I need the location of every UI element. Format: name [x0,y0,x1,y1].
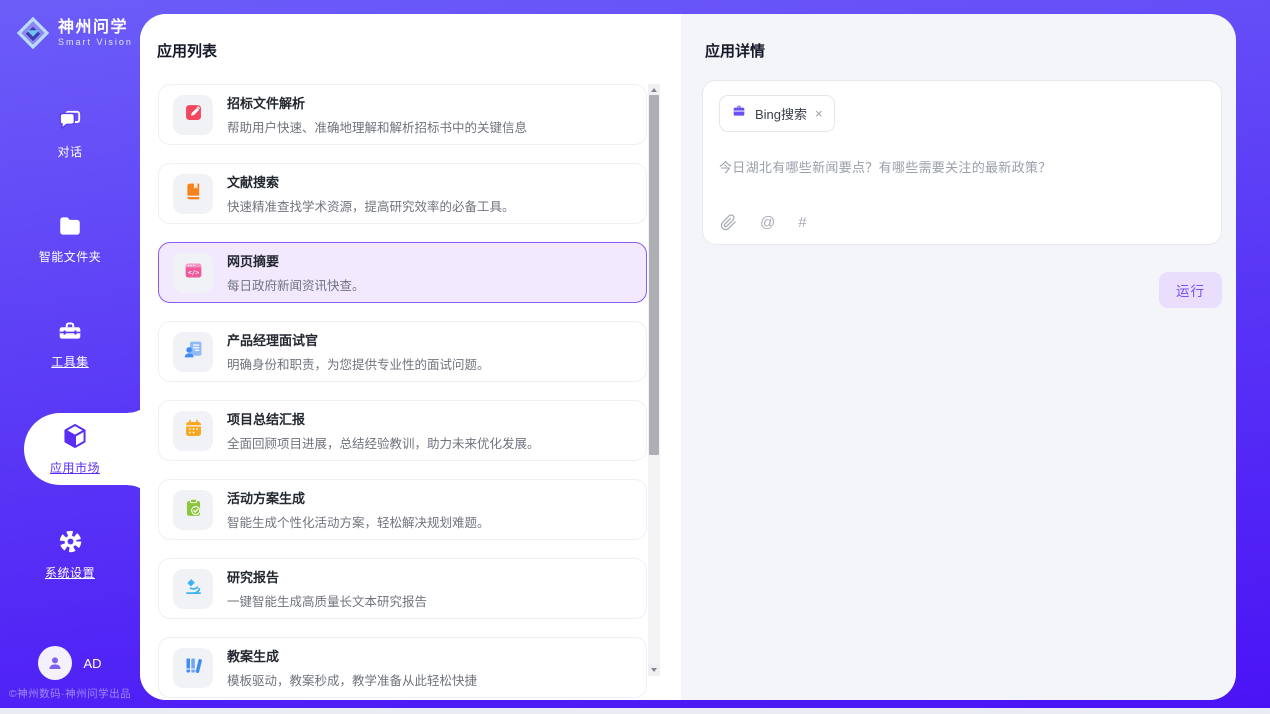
app-frame: 神州问学 Smart Vision 对话智能文件夹工具集应用市场系统设置 AD … [0,0,1270,708]
book-icon [183,181,204,207]
svg-text:</>: </> [187,269,198,276]
app-icon-tile [173,490,213,530]
clipboard-check-icon [183,497,204,523]
app-card-3[interactable]: 产品经理面试官明确身份和职责，为您提供专业性的面试问题。 [158,321,647,382]
app-card-description: 模板驱动，教案秒成，教学准备从此轻松快捷 [227,670,477,689]
folder-icon [57,213,83,239]
scrollbar-thumb[interactable] [649,95,659,455]
app-card-name: 网页摘要 [227,251,365,270]
document-edit-icon [183,102,204,128]
toolbox-icon [57,318,83,344]
app-card-0[interactable]: 招标文件解析帮助用户快速、准确地理解和解析招标书中的关键信息 [158,84,647,145]
chat-icon [57,108,83,134]
sidebar-item-label: 系统设置 [45,564,95,581]
prompt-card[interactable]: Bing搜索 × 今日湖北有哪些新闻要点？有哪些需要关注的最新政策？ @# [702,80,1222,245]
calendar-icon [183,418,204,444]
sidebar-item-label: 应用市场 [50,459,100,476]
sidebar: 神州问学 Smart Vision 对话智能文件夹工具集应用市场系统设置 AD … [0,0,140,708]
app-detail-panel: 应用详情 Bing搜索 × 今日湖北有哪些新闻要点？有哪些需要关注的最新政策？ … [681,14,1236,700]
sidebar-item-4[interactable]: 系统设置 [0,518,140,590]
brand-logo: 神州问学 Smart Vision [15,15,133,51]
sidebar-item-label: 工具集 [51,353,89,370]
app-icon-tile [173,95,213,135]
app-card-name: 招标文件解析 [227,93,527,112]
sidebar-item-label: 智能文件夹 [39,248,102,265]
app-card-name: 活动方案生成 [227,488,490,507]
app-icon-tile [173,648,213,688]
briefcase-icon [731,103,747,124]
app-card-name: 教案生成 [227,646,477,665]
app-list-panel: 应用列表 招标文件解析帮助用户快速、准确地理解和解析招标书中的关键信息文献搜索快… [140,14,681,700]
app-card-texts: 招标文件解析帮助用户快速、准确地理解和解析招标书中的关键信息 [227,93,527,136]
app-icon-tile [173,569,213,609]
avatar[interactable] [38,646,72,680]
books-icon [183,655,204,681]
app-list-title: 应用列表 [157,40,217,61]
browser-code-icon: </> [183,260,204,286]
tool-chip-bing-search[interactable]: Bing搜索 × [719,95,835,132]
diamond-logo-icon [15,15,51,51]
app-card-description: 快速精准查找学术资源，提高研究效率的必备工具。 [227,196,515,215]
app-card-description: 明确身份和职责，为您提供专业性的面试问题。 [227,354,490,373]
app-card-description: 帮助用户快速、准确地理解和解析招标书中的关键信息 [227,117,527,136]
sidebar-footer: ©神州数码·神州问学出品 [0,686,140,701]
microscope-icon [183,576,204,602]
app-card-2[interactable]: </> 网页摘要每日政府新闻资讯快查。 [158,242,647,303]
app-card-description: 一键智能生成高质量长文本研究报告 [227,591,427,610]
resume-icon [183,339,204,365]
scrollbar[interactable] [648,84,660,676]
app-icon-tile [173,174,213,214]
scroll-down-button[interactable] [648,664,660,676]
at-icon[interactable]: @ [760,214,775,231]
gear-icon [57,528,84,555]
app-card-texts: 产品经理面试官明确身份和职责，为您提供专业性的面试问题。 [227,330,490,373]
app-card-texts: 文献搜索快速精准查找学术资源，提高研究效率的必备工具。 [227,172,515,215]
user-row: AD [0,646,140,680]
paperclip-icon[interactable] [720,214,737,231]
app-card-description: 智能生成个性化活动方案，轻松解决规划难题。 [227,512,490,531]
brand-name: 神州问学 [58,19,133,37]
arrow-down-icon [651,668,657,672]
app-card-name: 文献搜索 [227,172,515,191]
app-icon-tile [173,411,213,451]
sidebar-item-1[interactable]: 智能文件夹 [0,203,140,275]
sidebar-item-3[interactable]: 应用市场 [24,413,140,485]
hash-icon[interactable]: # [798,214,806,231]
app-card-texts: 教案生成模板驱动，教案秒成，教学准备从此轻松快捷 [227,646,477,689]
sidebar-nav: 对话智能文件夹工具集应用市场系统设置 [0,98,140,623]
sidebar-item-label: 对话 [57,143,82,160]
composer-toolbar: @# [720,214,807,231]
app-icon-tile: </> [173,253,213,293]
query-text: 今日湖北有哪些新闻要点？有哪些需要关注的最新政策？ [719,157,1205,176]
tool-chip-label: Bing搜索 [755,104,807,123]
app-card-1[interactable]: 文献搜索快速精准查找学术资源，提高研究效率的必备工具。 [158,163,647,224]
app-card-name: 研究报告 [227,567,427,586]
sidebar-item-0[interactable]: 对话 [0,98,140,170]
app-detail-title: 应用详情 [705,40,765,61]
app-card-4[interactable]: 项目总结汇报全面回顾项目进展，总结经验教训，助力未来优化发展。 [158,400,647,461]
brand-tagline: Smart Vision [58,37,133,47]
app-cards: 招标文件解析帮助用户快速、准确地理解和解析招标书中的关键信息文献搜索快速精准查找… [158,84,647,700]
app-card-texts: 活动方案生成智能生成个性化活动方案，轻松解决规划难题。 [227,488,490,531]
app-card-name: 项目总结汇报 [227,409,540,428]
user-label: AD [83,656,101,671]
app-icon-tile [173,332,213,372]
app-card-6[interactable]: 研究报告一键智能生成高质量长文本研究报告 [158,558,647,619]
app-card-name: 产品经理面试官 [227,330,490,349]
app-card-texts: 研究报告一键智能生成高质量长文本研究报告 [227,567,427,610]
person-icon [46,654,64,672]
sidebar-item-2[interactable]: 工具集 [0,308,140,380]
app-card-texts: 网页摘要每日政府新闻资讯快查。 [227,251,365,294]
brand-text: 神州问学 Smart Vision [58,19,133,47]
run-button[interactable]: 运行 [1159,272,1222,308]
app-card-texts: 项目总结汇报全面回顾项目进展，总结经验教训，助力未来优化发展。 [227,409,540,452]
main-content: 应用列表 招标文件解析帮助用户快速、准确地理解和解析招标书中的关键信息文献搜索快… [140,14,1236,700]
arrow-up-icon [651,88,657,92]
cube-icon [61,422,89,450]
app-card-5[interactable]: 活动方案生成智能生成个性化活动方案，轻松解决规划难题。 [158,479,647,540]
app-card-7[interactable]: 教案生成模板驱动，教案秒成，教学准备从此轻松快捷 [158,637,647,698]
app-card-description: 每日政府新闻资讯快查。 [227,275,365,294]
chip-close-icon[interactable]: × [815,107,823,120]
app-card-description: 全面回顾项目进展，总结经验教训，助力未来优化发展。 [227,433,540,452]
